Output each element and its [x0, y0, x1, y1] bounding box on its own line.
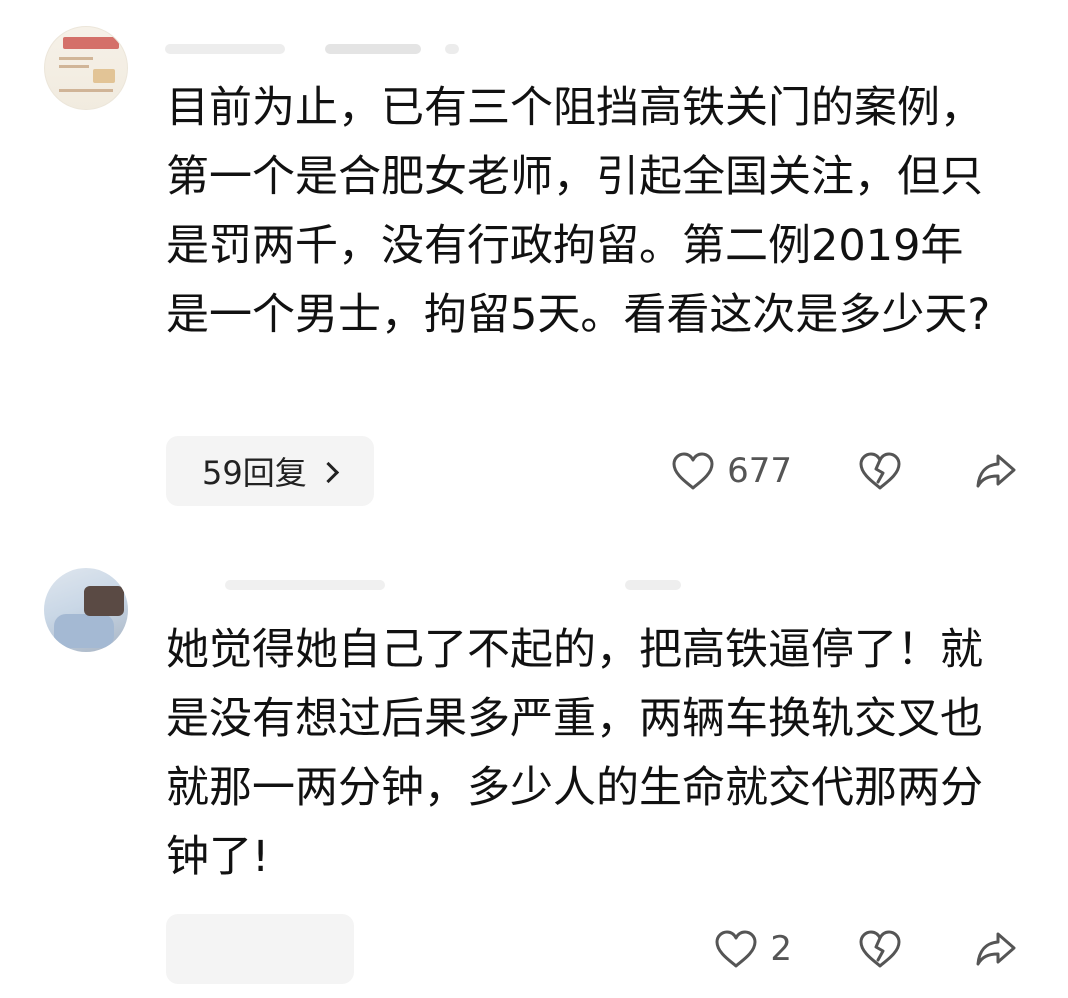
avatar-image-detail — [63, 37, 119, 49]
avatar-image-detail — [93, 69, 115, 83]
avatar[interactable] — [44, 568, 128, 652]
username[interactable] — [225, 572, 695, 598]
heart-outline-icon — [671, 451, 715, 491]
comment-text: 目前为止，已有三个阻挡高铁关门的案例，第一个是合肥女老师，引起全国关注，但只是罚… — [166, 83, 991, 340]
like-count: 677 — [727, 451, 792, 491]
chevron-right-icon — [317, 461, 339, 483]
blurred-username — [165, 44, 285, 54]
avatar-image-detail — [54, 614, 114, 648]
avatar-image-detail — [84, 586, 124, 616]
comment-item: 她觉得她自己了不起的，把高铁逼停了！就是没有想过后果多严重，两辆车换轨交叉也就那… — [0, 560, 1068, 998]
view-replies-button[interactable]: 59回复 — [166, 436, 374, 506]
username[interactable] — [165, 36, 465, 62]
share-button[interactable] — [974, 929, 1018, 969]
share-arrow-icon — [974, 451, 1018, 491]
avatar-image-detail — [59, 65, 89, 68]
share-button[interactable] — [974, 451, 1018, 491]
blurred-username — [325, 44, 421, 54]
replies-label: 59回复 — [202, 454, 307, 492]
comment-actions: 677 — [671, 436, 1018, 506]
heart-outline-icon — [714, 929, 758, 969]
blurred-username — [445, 44, 459, 54]
avatar-image-detail — [59, 57, 93, 60]
dislike-button[interactable] — [858, 929, 902, 969]
broken-heart-icon — [858, 929, 902, 969]
dislike-button[interactable] — [858, 451, 902, 491]
comment-text: 她觉得她自己了不起的，把高铁逼停了！就是没有想过后果多严重，两辆车换轨交叉也就那… — [166, 625, 983, 882]
blurred-username — [225, 580, 385, 590]
blurred-username — [625, 580, 681, 590]
avatar[interactable] — [44, 26, 128, 110]
view-replies-button[interactable] — [166, 914, 354, 984]
like-button[interactable]: 677 — [671, 451, 792, 491]
avatar-image-detail — [59, 89, 113, 92]
comment-actions: 2 — [714, 914, 1018, 984]
broken-heart-icon — [858, 451, 902, 491]
comment-item: 目前为止，已有三个阻挡高铁关门的案例，第一个是合肥女老师，引起全国关注，但只是罚… — [0, 0, 1068, 540]
share-arrow-icon — [974, 929, 1018, 969]
like-button[interactable]: 2 — [714, 929, 792, 969]
like-count: 2 — [770, 929, 792, 969]
